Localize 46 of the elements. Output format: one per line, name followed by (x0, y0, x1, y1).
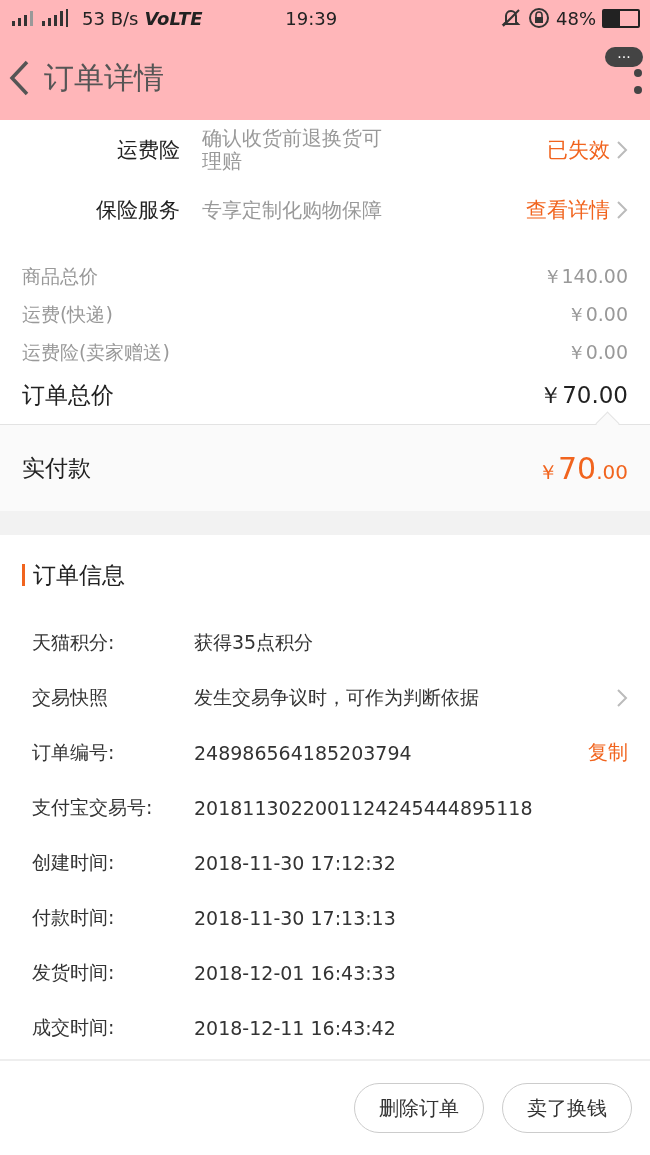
back-icon[interactable] (8, 60, 30, 96)
price-label: 订单总价 (22, 380, 114, 410)
message-badge[interactable]: ··· (605, 47, 643, 67)
action-button[interactable]: 卖了换钱 (502, 1083, 632, 1133)
battery-percent: 48% (556, 7, 596, 29)
service-label: 运费险 (116, 137, 180, 164)
info-value: 发生交易争议时，可作为判断依据 (194, 684, 479, 710)
network-speed: 53 B/s (82, 7, 139, 29)
info-value: 2018113022001124245444895118 (194, 796, 533, 819)
volte-label: VoLTE (144, 7, 203, 29)
info-value: 2018-12-11 16:43:42 (194, 1016, 396, 1039)
price-label: 运费(快递) (22, 302, 113, 327)
info-label: 成交时间: (32, 1014, 116, 1040)
page-title: 订单详情 (44, 58, 164, 97)
paid-amount: ￥70.00 (538, 450, 628, 486)
info-label: 支付宝交易号: (32, 794, 154, 820)
info-label: 付款时间: (32, 904, 116, 930)
info-value: 2018-11-30 17:12:32 (194, 851, 396, 874)
chevron-icon (616, 200, 628, 220)
more-icon[interactable] (634, 69, 642, 95)
rotation-lock-icon (528, 7, 550, 29)
mute-icon (500, 8, 522, 28)
action-button[interactable]: 删除订单 (354, 1083, 484, 1133)
service-description: 确认收货前退换货可理赔 (202, 127, 383, 173)
info-value: 获得35点积分 (194, 629, 314, 655)
info-label: 天猫积分: (32, 629, 116, 655)
service-description: 专享定制化购物保障 (202, 198, 383, 222)
price-amount: ￥70.00 (539, 380, 628, 410)
info-value: 2018-12-01 16:43:33 (194, 961, 396, 984)
info-label: 发货时间: (32, 959, 116, 985)
paid-label: 实付款 (22, 453, 91, 483)
section-title: 订单信息 (33, 560, 125, 590)
info-label: 交易快照 (32, 684, 109, 710)
price-label: 商品总价 (22, 264, 98, 289)
service-label: 保险服务 (95, 197, 180, 224)
battery-icon (602, 8, 640, 28)
price-amount: ￥0.00 (566, 340, 628, 365)
info-label: 创建时间: (32, 849, 116, 875)
status-time: 19:39 (285, 7, 338, 29)
info-value: 248986564185203794 (194, 741, 412, 764)
price-label: 运费险(卖家赠送) (22, 340, 170, 365)
price-amount: ￥0.00 (566, 302, 628, 327)
info-label: 订单编号: (32, 739, 116, 765)
chevron-icon (616, 140, 628, 160)
price-amount: ￥140.00 (542, 264, 628, 289)
info-value: 2018-11-30 17:13:13 (194, 906, 396, 929)
